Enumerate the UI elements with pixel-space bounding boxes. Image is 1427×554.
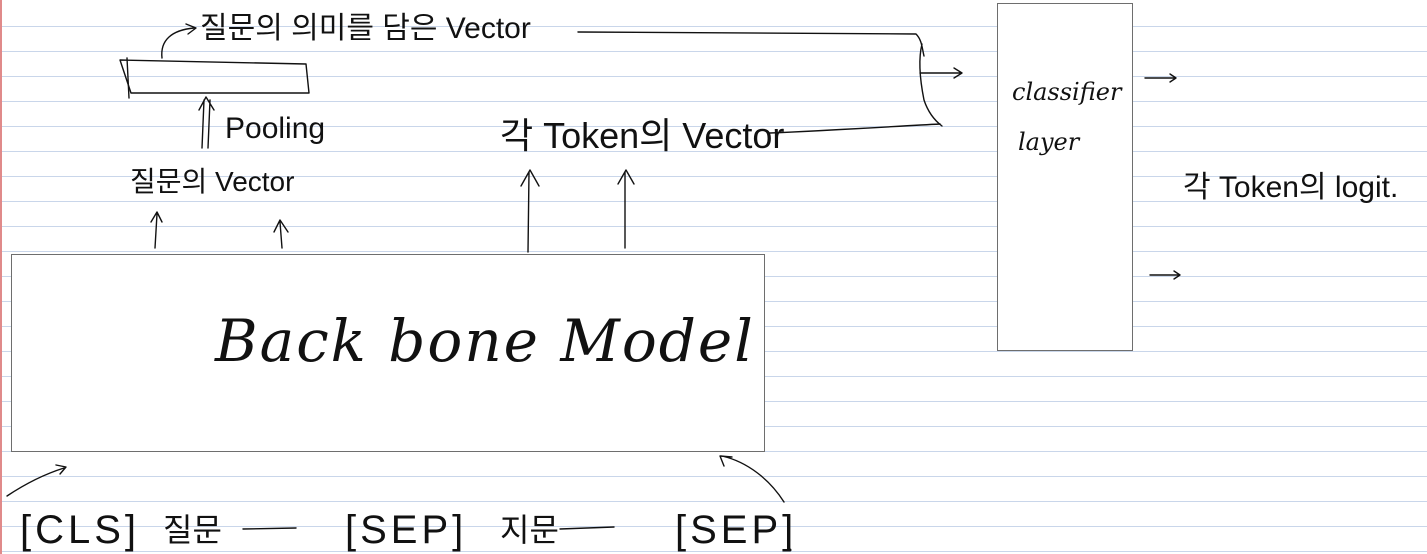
backbone-model-label: Back bone Model: [215, 307, 755, 375]
classifier-input-bracket: [919, 43, 943, 127]
meaning-to-classifier-line: [577, 31, 925, 57]
input-arrow-left: [6, 464, 67, 497]
question-dash: [242, 527, 297, 530]
token-vector-label: 각 Token의 Vector: [500, 115, 785, 156]
question-vector-label: 질문의 Vector: [130, 166, 295, 197]
input-token-sep-1: [SEP]: [345, 508, 468, 552]
classifier-label-line2: layer: [1018, 128, 1080, 156]
input-arrow-right: [719, 455, 785, 503]
token-logit-label: 각 Token의 logit.: [1183, 171, 1399, 204]
pooled-vector-bar: [119, 59, 310, 94]
margin-line: [0, 0, 2, 554]
input-token-passage: 지문: [500, 512, 559, 548]
input-token-sep-2: [SEP]: [675, 508, 798, 552]
token-up-arrow-2: [617, 169, 635, 249]
input-token-question: 질문: [163, 512, 222, 548]
classifier-input-arrow: [919, 67, 963, 79]
output-arrow-1: [1144, 73, 1177, 83]
cls-up-arrow: [150, 211, 163, 249]
pooling-label: Pooling: [225, 112, 326, 145]
classifier-layer-box: [997, 3, 1133, 351]
meaning-vector-label: 질문의 의미를 담은 Vector: [200, 12, 531, 45]
meaning-arrow-head: [185, 23, 197, 35]
meaning-arrow: [161, 27, 195, 59]
input-token-cls: [CLS]: [20, 508, 141, 552]
token-to-classifier-line: [769, 123, 941, 134]
pooled-vector-tick: [126, 57, 130, 99]
pooling-arrow: [198, 96, 215, 149]
note-page: Back bone Model classifier layer 질문의 의미를…: [0, 0, 1427, 554]
token-up-arrow-1: [520, 169, 540, 253]
question-up-arrow: [273, 219, 289, 249]
passage-dash: [559, 526, 615, 530]
output-arrow-2: [1149, 270, 1181, 280]
classifier-label-line1: classifier: [1012, 78, 1122, 106]
